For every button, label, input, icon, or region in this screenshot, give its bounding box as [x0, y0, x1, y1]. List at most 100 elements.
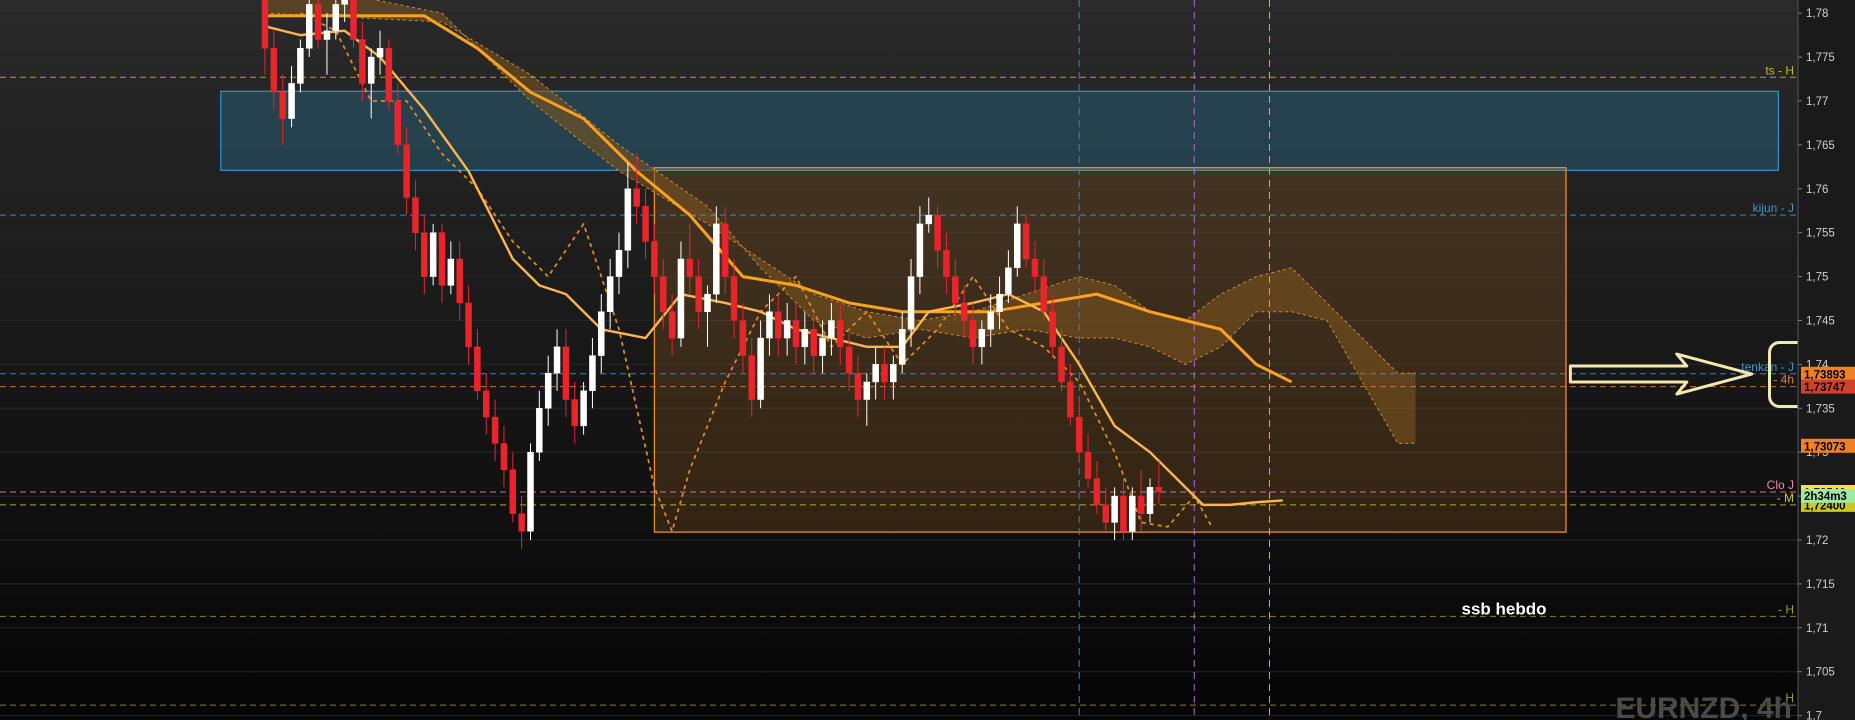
- candle-body[interactable]: [1040, 276, 1048, 312]
- candle-body[interactable]: [624, 188, 632, 251]
- candle-body[interactable]: [279, 91, 286, 119]
- candle-body[interactable]: [412, 197, 419, 233]
- candle-body[interactable]: [341, 0, 348, 5]
- candle-body[interactable]: [845, 346, 853, 374]
- candle-body[interactable]: [314, 4, 322, 40]
- candle-body[interactable]: [943, 249, 950, 277]
- candle-body[interactable]: [668, 311, 676, 339]
- candle-body[interactable]: [491, 416, 499, 444]
- candle-body[interactable]: [952, 276, 959, 304]
- candle-body[interactable]: [1058, 346, 1065, 383]
- candle-body[interactable]: [872, 364, 879, 383]
- candle-body[interactable]: [536, 408, 543, 453]
- candle-body[interactable]: [1111, 495, 1118, 523]
- candle-body[interactable]: [775, 311, 782, 339]
- candle-body[interactable]: [323, 30, 331, 40]
- candle-body[interactable]: [474, 346, 481, 391]
- candle-body[interactable]: [306, 4, 313, 49]
- candle-body[interactable]: [863, 381, 871, 400]
- candle-body[interactable]: [730, 276, 738, 321]
- candle-body[interactable]: [925, 214, 932, 225]
- candle-body[interactable]: [1155, 487, 1163, 492]
- candle-body[interactable]: [598, 311, 605, 356]
- candle-body[interactable]: [819, 337, 826, 356]
- candle-body[interactable]: [757, 337, 764, 400]
- candle-body[interactable]: [704, 293, 711, 312]
- candle-body[interactable]: [421, 232, 428, 277]
- candle-body[interactable]: [766, 311, 773, 339]
- candle-body[interactable]: [509, 469, 517, 514]
- candle-body[interactable]: [660, 276, 667, 312]
- candle-body[interactable]: [297, 48, 304, 84]
- candle-body[interactable]: [695, 276, 702, 312]
- candle-body[interactable]: [385, 48, 393, 102]
- candle-body[interactable]: [359, 39, 366, 84]
- candle-body[interactable]: [580, 390, 587, 427]
- candle-body[interactable]: [288, 83, 295, 119]
- candle-body[interactable]: [350, 0, 357, 40]
- candle-body[interactable]: [1084, 451, 1092, 479]
- candle-body[interactable]: [828, 320, 835, 339]
- candle-body[interactable]: [367, 56, 375, 84]
- candle-body[interactable]: [571, 399, 578, 427]
- candle-body[interactable]: [633, 188, 640, 207]
- candle-body[interactable]: [1049, 311, 1056, 348]
- candle-body[interactable]: [1146, 487, 1154, 514]
- candle-body[interactable]: [907, 276, 915, 330]
- candle-body[interactable]: [562, 346, 570, 400]
- candle-body[interactable]: [881, 364, 888, 383]
- candle-body[interactable]: [642, 206, 649, 242]
- candle-body[interactable]: [1031, 258, 1039, 277]
- candle-body[interactable]: [483, 390, 490, 418]
- candle-body[interactable]: [500, 443, 508, 471]
- candle-body[interactable]: [783, 320, 791, 339]
- candle-body[interactable]: [332, 4, 340, 31]
- candle-body[interactable]: [810, 329, 817, 356]
- candle-body[interactable]: [1067, 381, 1074, 418]
- candle-body[interactable]: [837, 320, 844, 348]
- candle-body[interactable]: [748, 355, 755, 400]
- candle-body[interactable]: [854, 372, 862, 400]
- candle-body[interactable]: [518, 513, 525, 532]
- candle-body[interactable]: [987, 311, 994, 330]
- candle-body[interactable]: [721, 223, 729, 277]
- candle-body[interactable]: [1005, 267, 1012, 295]
- candle-body[interactable]: [916, 223, 924, 277]
- candle-body[interactable]: [792, 320, 800, 348]
- candle-body[interactable]: [447, 258, 455, 286]
- candle-body[interactable]: [527, 451, 534, 532]
- candle-body[interactable]: [1014, 223, 1021, 269]
- candle-body[interactable]: [429, 232, 437, 277]
- candle-body[interactable]: [553, 346, 561, 374]
- candle-body[interactable]: [890, 364, 897, 383]
- candle-body[interactable]: [589, 355, 596, 391]
- eurnzd-4h-chart[interactable]: ts - Hkijun - Jtenkan - J- 4hClo J- M- H…: [0, 0, 1855, 720]
- candle-body[interactable]: [1093, 478, 1101, 506]
- candle-body[interactable]: [465, 302, 472, 348]
- candle-body[interactable]: [1022, 223, 1030, 260]
- candle-body[interactable]: [456, 258, 463, 304]
- candle-body[interactable]: [686, 258, 694, 277]
- candle-body[interactable]: [403, 144, 410, 198]
- candle-body[interactable]: [261, 0, 269, 49]
- candle-body[interactable]: [438, 232, 446, 286]
- candle-body[interactable]: [898, 329, 906, 365]
- candle-body[interactable]: [969, 320, 977, 348]
- candle-body[interactable]: [606, 276, 614, 312]
- candle-body[interactable]: [651, 241, 658, 277]
- candle-body[interactable]: [801, 329, 809, 348]
- candle-body[interactable]: [934, 214, 941, 251]
- candle-body[interactable]: [615, 249, 623, 277]
- candle-body[interactable]: [376, 48, 384, 58]
- candle-body[interactable]: [1129, 495, 1136, 532]
- candle-body[interactable]: [1102, 504, 1109, 523]
- candle-body[interactable]: [996, 293, 1003, 312]
- candle-body[interactable]: [739, 320, 747, 356]
- candle-body[interactable]: [1120, 495, 1127, 532]
- candle-body[interactable]: [270, 48, 278, 93]
- candle-body[interactable]: [960, 302, 968, 321]
- candle-body[interactable]: [544, 372, 552, 409]
- candle-body[interactable]: [677, 258, 685, 339]
- candle-body[interactable]: [713, 223, 720, 295]
- candle-body[interactable]: [1137, 495, 1145, 514]
